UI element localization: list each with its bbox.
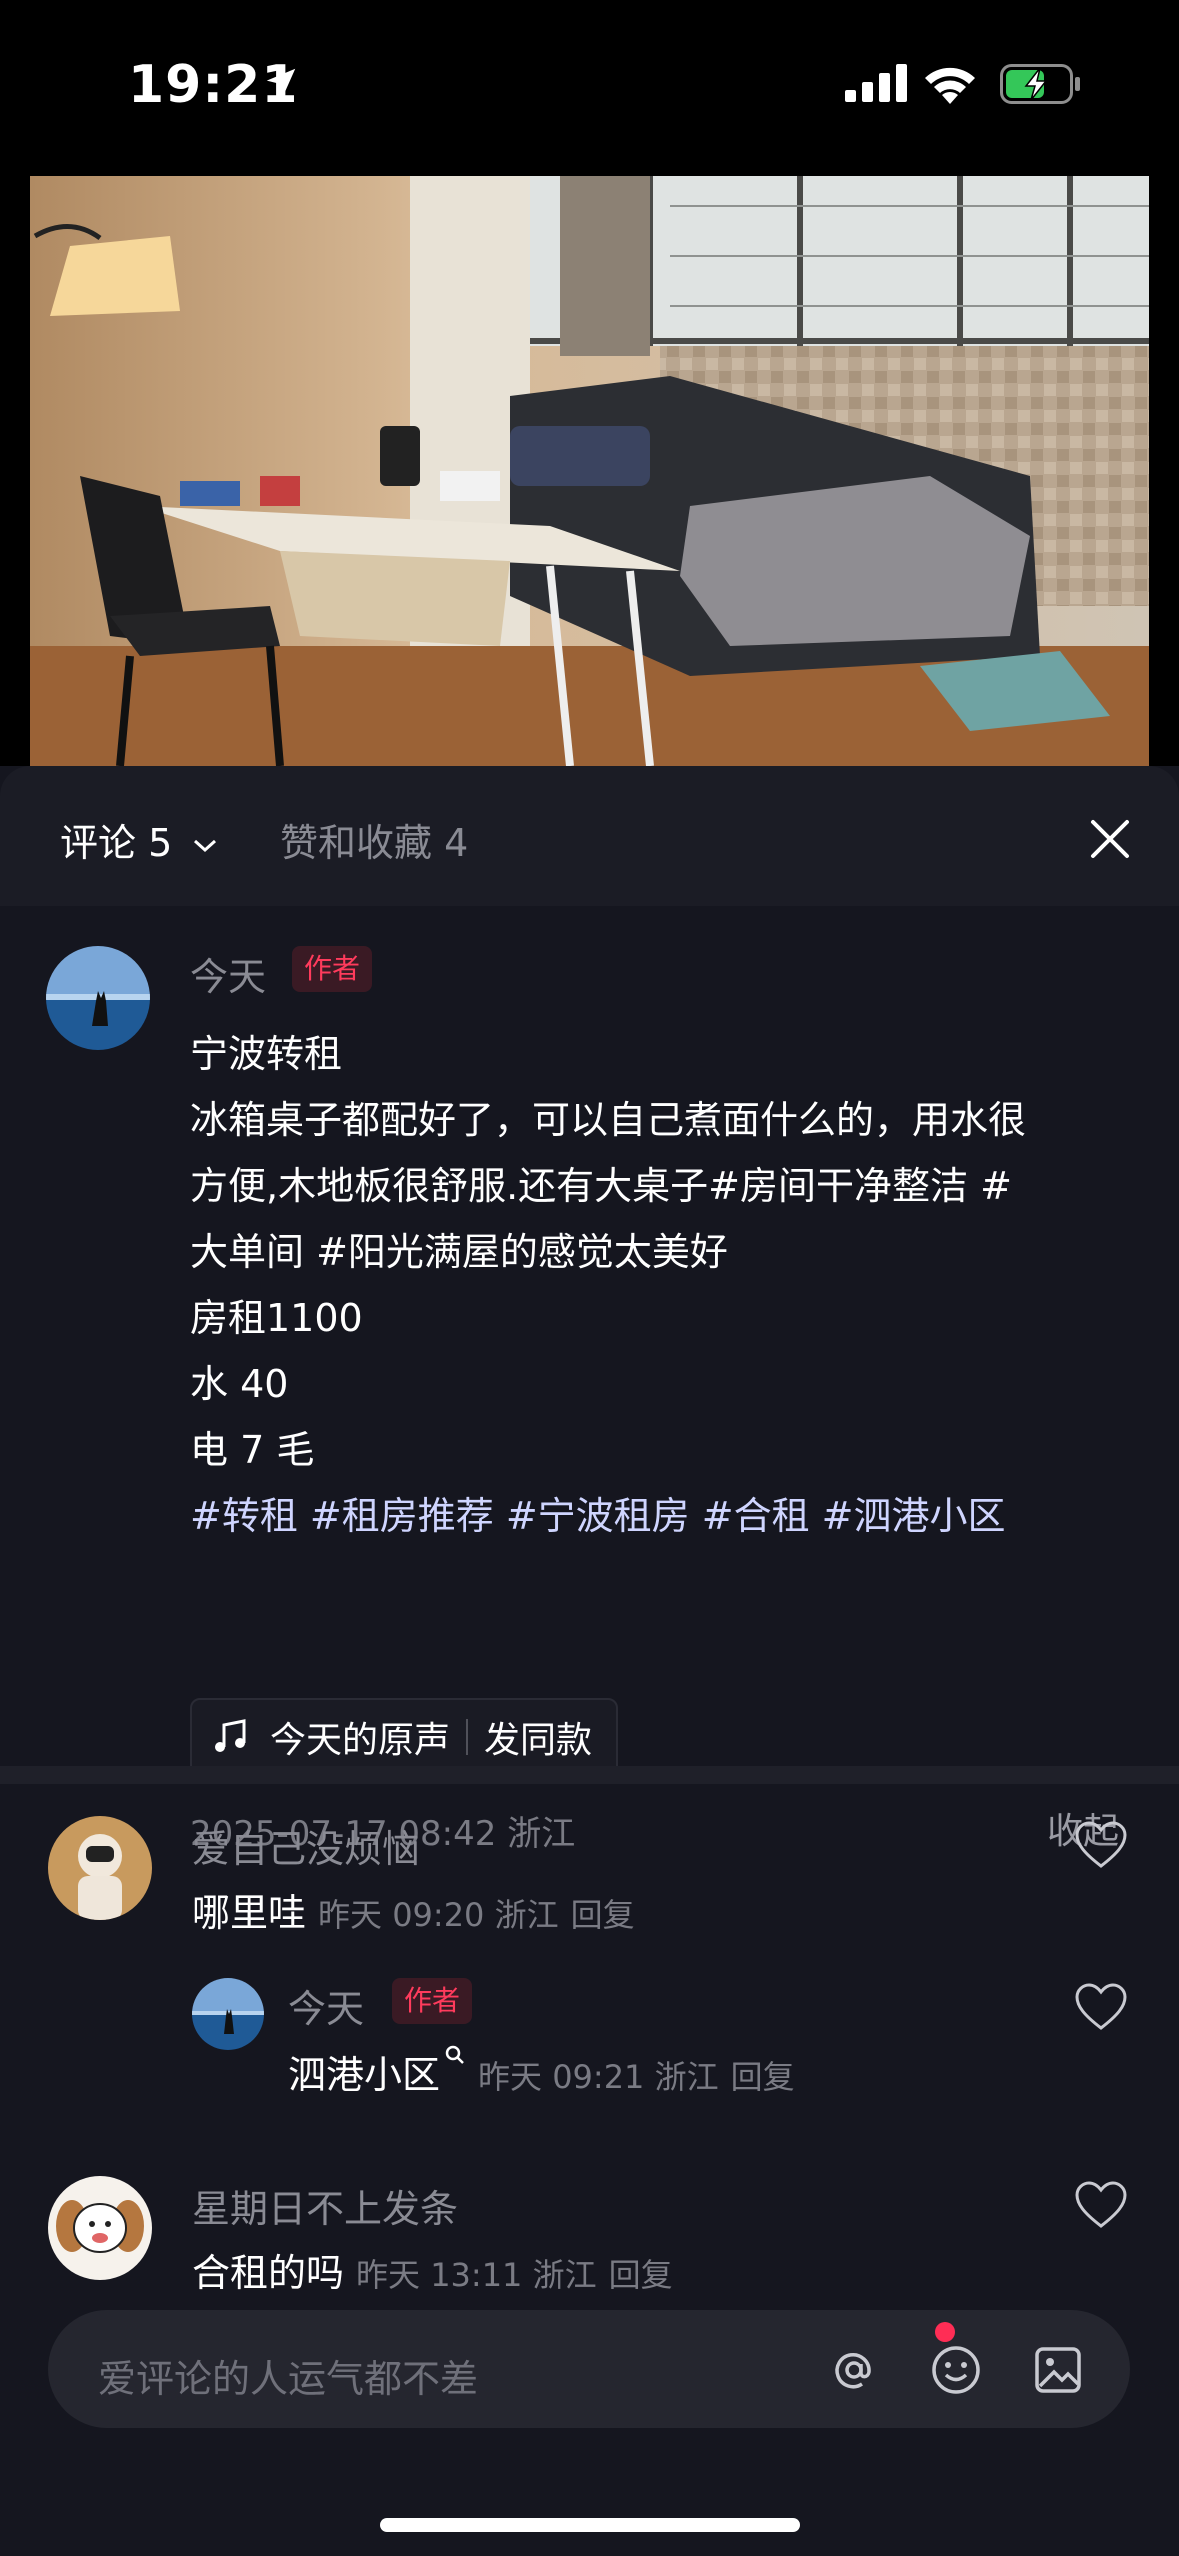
emoji-icon[interactable] — [926, 2340, 986, 2400]
post-line: 房租1100 — [190, 1296, 363, 1340]
tab-comments-label: 评论 5 — [60, 821, 173, 865]
commenter-avatar[interactable] — [48, 1816, 152, 1920]
location-arrow-icon — [266, 68, 296, 98]
commenter-name[interactable]: 爱自己没烦恼 — [192, 1818, 420, 1873]
reply-button[interactable]: 回复 — [731, 2058, 795, 2096]
comment-input-bar[interactable]: 爱评论的人运气都不差 — [48, 2310, 1130, 2428]
status-bar: 19:21 — [0, 0, 1179, 175]
post-photo[interactable] — [30, 176, 1149, 766]
home-indicator[interactable] — [380, 2518, 800, 2532]
chip-divider — [466, 1719, 469, 1755]
battery-charging-icon — [1000, 64, 1080, 104]
author-name[interactable]: 今天 — [190, 946, 266, 1001]
room-photo-image — [30, 176, 1149, 766]
comment-sheet: 评论 5 赞和收藏 4 今天 作者 宁波转租 冰箱桌子都配好了，可以自己煮面什么… — [0, 766, 1179, 2556]
reply-avatar[interactable] — [192, 1978, 264, 2050]
comment-meta: 昨天 13:11 浙江 — [356, 2256, 597, 2294]
comment-input-placeholder[interactable]: 爱评论的人运气都不差 — [98, 2348, 478, 2403]
comment-row: 哪里哇 昨天 09:20 浙江 回复 — [192, 1882, 635, 1937]
comment-meta: 昨天 09:20 浙江 — [318, 1896, 559, 1934]
post-body: 宁波转租 冰箱桌子都配好了，可以自己煮面什么的，用水很 方便,木地板很舒服.还有… — [190, 1021, 1130, 1549]
notification-dot — [935, 2322, 955, 2342]
search-icon[interactable] — [444, 2044, 466, 2066]
author-badge: 作者 — [392, 1978, 473, 2024]
section-divider — [0, 1766, 1179, 1784]
reply-button[interactable]: 回复 — [571, 1896, 635, 1934]
music-note-icon — [215, 1719, 246, 1752]
image-picker-icon[interactable] — [1028, 2340, 1088, 2400]
author-badge: 作者 — [292, 946, 373, 992]
post-line: 冰箱桌子都配好了，可以自己煮面什么的，用水很 — [190, 1098, 1027, 1142]
tab-likes-favorites[interactable]: 赞和收藏 4 — [280, 812, 468, 867]
close-icon[interactable] — [1085, 814, 1135, 864]
post-line: 水 40 — [190, 1362, 289, 1406]
reply-row: 泗港小区 昨天 09:21 浙江 回复 — [288, 2044, 795, 2099]
post-line: 电 7 毛 — [190, 1428, 315, 1472]
commenter-name[interactable]: 星期日不上发条 — [192, 2178, 458, 2233]
post-line: 方便,木地板很舒服.还有大桌子#房间干净整洁 # — [190, 1164, 1012, 1208]
original-sound-chip[interactable]: 今天的原声 发同款 — [190, 1698, 619, 1776]
comment-text: 哪里哇 — [192, 1891, 307, 1935]
comment-text: 合租的吗 — [192, 2251, 345, 2295]
reply-meta: 昨天 09:21 浙江 — [478, 2058, 719, 2096]
chevron-down-icon — [194, 839, 217, 852]
reply-author-name[interactable]: 今天 — [288, 1978, 364, 2033]
post-line: 宁波转租 — [190, 1032, 343, 1076]
mention-at-icon[interactable] — [824, 2340, 884, 2400]
like-heart-icon[interactable] — [1074, 1982, 1128, 2032]
tab-comments[interactable]: 评论 5 — [60, 812, 218, 867]
like-heart-icon[interactable] — [1074, 1820, 1128, 1870]
commenter-avatar[interactable] — [48, 2176, 152, 2280]
wifi-icon — [925, 67, 975, 104]
reply-text-link[interactable]: 泗港小区 — [288, 2053, 440, 2097]
post-line: 大单间 #阳光满屋的感觉太美好 — [190, 1230, 728, 1274]
reply-button[interactable]: 回复 — [609, 2256, 673, 2294]
use-sound-button[interactable]: 发同款 — [484, 1711, 592, 1763]
comment-row: 合租的吗 昨天 13:11 浙江 回复 — [192, 2242, 673, 2297]
like-heart-icon[interactable] — [1074, 2180, 1128, 2230]
original-sound-label: 今天的原声 — [270, 1720, 451, 1761]
author-avatar[interactable] — [46, 946, 150, 1050]
cellular-signal-icon — [845, 64, 907, 102]
author-post: 今天 作者 宁波转租 冰箱桌子都配好了，可以自己煮面什么的，用水很 方便,木地板… — [0, 906, 1179, 1854]
post-hashtags[interactable]: #转租 #租房推荐 #宁波租房 #合租 #泗港小区 — [190, 1483, 1130, 1549]
sheet-header: 评论 5 赞和收藏 4 — [0, 766, 1179, 906]
